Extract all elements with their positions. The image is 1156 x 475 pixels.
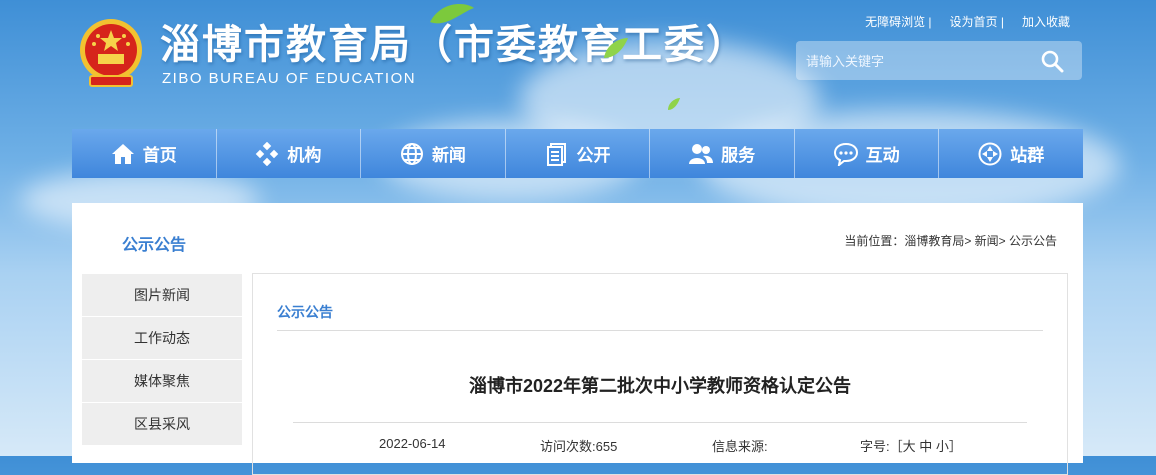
search-icon[interactable]: [1040, 49, 1064, 73]
article-panel: 公示公告 淄博市2022年第二批次中小学教师资格认定公告 2022-06-14 …: [252, 273, 1068, 475]
site-subtitle: ZIBO BUREAU OF EDUCATION: [162, 70, 417, 87]
nav-label: 互动: [865, 146, 900, 165]
nav-services[interactable]: 服务: [650, 129, 795, 178]
main-nav: 首页 机构 新闻 公开 服务 互动 站群: [72, 129, 1083, 178]
main-panel: 公示公告 当前位置：淄博教育局> 新闻> 公示公告 图片新闻 工作动态 媒体聚焦…: [72, 203, 1083, 475]
sidebar: 图片新闻 工作动态 媒体聚焦 区县采风: [82, 274, 242, 446]
users-icon: [689, 143, 714, 164]
article-source: 信息来源:: [712, 439, 768, 454]
leaf-icon: [668, 98, 680, 110]
sidebar-item-photo-news[interactable]: 图片新闻: [82, 274, 242, 316]
font-size-control[interactable]: 字号:［大 中 小］: [860, 436, 962, 455]
article-views: 访问次数:655: [540, 439, 618, 454]
cluster-icon: [978, 142, 1002, 165]
divider: [293, 422, 1027, 423]
nav-label: 新闻: [431, 146, 466, 165]
diamond-grid-icon: [256, 141, 279, 166]
sidebar-item-work-updates[interactable]: 工作动态: [82, 317, 242, 359]
accessibility-link[interactable]: 无障碍浏览 |: [865, 13, 931, 30]
document-icon: [546, 142, 566, 166]
sidebar-item-county-news[interactable]: 区县采风: [82, 403, 242, 445]
breadcrumb: 当前位置：淄博教育局> 新闻> 公示公告: [844, 234, 1057, 248]
nav-label: 公开: [576, 146, 611, 165]
national-emblem-icon: [80, 19, 142, 87]
top-links: 无障碍浏览 | 设为首页 | 加入收藏: [865, 13, 1070, 30]
nav-label: 机构: [287, 146, 322, 165]
search-input[interactable]: [804, 50, 1028, 72]
nav-label: 首页: [142, 146, 177, 165]
leaf-icon: [604, 38, 628, 58]
article-title: 淄博市2022年第二批次中小学教师资格认定公告: [468, 376, 852, 396]
search-box: [796, 41, 1082, 80]
nav-news[interactable]: 新闻: [361, 129, 506, 178]
nav-interaction[interactable]: 互动: [795, 129, 940, 178]
set-homepage-link[interactable]: 设为首页 |: [950, 13, 1004, 30]
nav-label: 服务: [721, 146, 756, 165]
add-favorite-link[interactable]: 加入收藏: [1022, 13, 1070, 30]
content-heading: 公示公告: [277, 304, 333, 320]
chat-icon: [833, 142, 858, 166]
nav-label: 站群: [1010, 146, 1045, 165]
nav-public[interactable]: 公开: [506, 129, 651, 178]
home-icon: [111, 143, 134, 164]
article-date: 2022-06-14: [379, 436, 446, 451]
nav-organization[interactable]: 机构: [217, 129, 362, 178]
section-title: 公示公告: [122, 237, 187, 254]
site-header: 淄博市教育局（市委教育工委） ZIBO BUREAU OF EDUCATION …: [0, 0, 1156, 128]
globe-icon: [400, 142, 423, 165]
nav-site-cluster[interactable]: 站群: [939, 129, 1083, 178]
divider: [277, 330, 1043, 331]
sidebar-item-media-focus[interactable]: 媒体聚焦: [82, 360, 242, 402]
leaf-icon: [430, 3, 474, 24]
nav-home[interactable]: 首页: [72, 129, 217, 178]
